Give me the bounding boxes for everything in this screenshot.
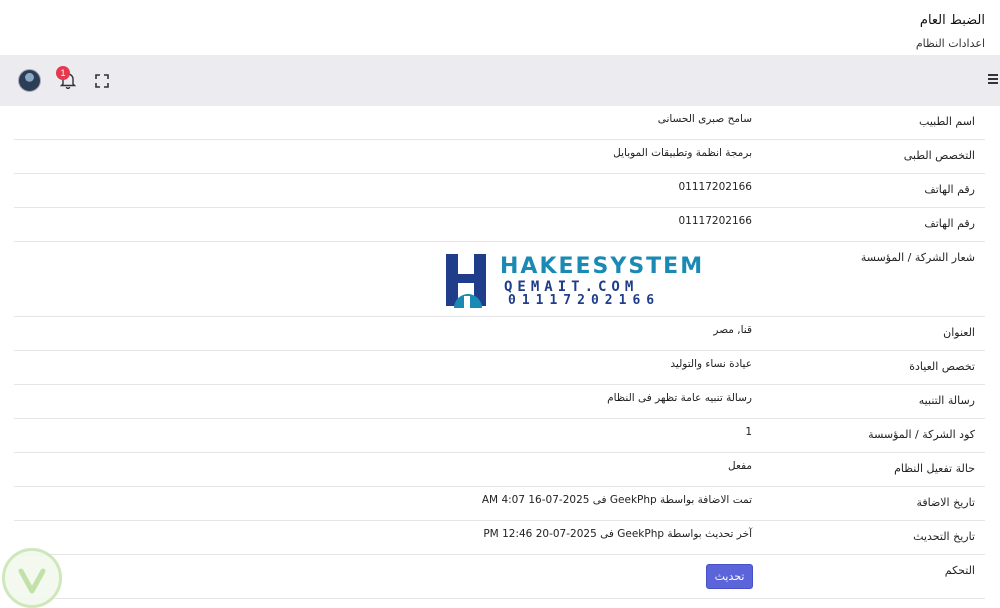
row-label: التخصص الطبى	[903, 149, 975, 162]
row-label: العنوان	[943, 326, 975, 339]
row-value: عيادة نساء والتوليد	[670, 358, 752, 370]
row-value: قنا, مصر	[713, 324, 752, 336]
row-created-date: تاريخ الاضافة تمت الاضافة بواسطة GeekPhp…	[14, 487, 985, 521]
watermark-logo-icon	[2, 548, 62, 608]
row-label: تاريخ الاضافة	[916, 496, 975, 509]
row-phone: رقم الهاتف 01117202166	[14, 174, 985, 208]
page-header: الضبط العام اعدادات النظام	[0, 0, 1000, 55]
row-address: العنوان قنا, مصر	[14, 317, 985, 351]
row-label: رسالة التنبيه	[918, 394, 975, 407]
row-phone-2: رقم الهاتف 01117202166	[14, 208, 985, 242]
row-value: رسالة تنبيه عامة تظهر فى النظام	[607, 392, 752, 404]
logo-mark-icon	[446, 254, 486, 308]
notification-badge: 1	[56, 66, 70, 80]
update-button[interactable]: تحديث	[706, 564, 753, 589]
row-value: برمجة انظمة وتطبيقات الموبايل	[613, 147, 752, 159]
row-value: 01117202166	[678, 215, 753, 227]
page-title: الضبط العام	[919, 13, 985, 28]
settings-table: اسم الطبيب سامح صبرى الحسانى التخصص الطب…	[14, 106, 985, 599]
row-value: تمت الاضافة بواسطة GeekPhp فى 2025-07-16…	[481, 494, 752, 506]
fullscreen-icon[interactable]	[95, 73, 109, 88]
row-value: سامح صبرى الحسانى	[657, 113, 752, 125]
row-controls: التحكم تحديث	[14, 555, 985, 599]
row-label: رقم الهاتف	[924, 183, 975, 196]
row-label: رقم الهاتف	[924, 217, 975, 230]
row-clinic-specialty: تخصص العيادة عيادة نساء والتوليد	[14, 351, 985, 385]
row-label: شعار الشركة / المؤسسة	[860, 251, 975, 264]
row-value: آخر تحديث بواسطة GeekPhp فى 2025-07-20 1…	[483, 528, 752, 540]
menu-toggle-icon[interactable]	[988, 72, 1000, 88]
logo-phone: 01117202166	[508, 293, 661, 308]
row-doctor-name: اسم الطبيب سامح صبرى الحسانى	[14, 106, 985, 140]
logo-name: HAKEESYSTEM	[500, 254, 705, 279]
company-logo: HAKEESYSTEM QEMAIT.COM 01117202166	[444, 252, 702, 308]
row-updated-date: تاريخ التحديث آخر تحديث بواسطة GeekPhp ف…	[14, 521, 985, 555]
row-alert-message: رسالة التنبيه رسالة تنبيه عامة تظهر فى ا…	[14, 385, 985, 419]
avatar[interactable]	[18, 69, 41, 92]
row-company-code: كود الشركة / المؤسسة 1	[14, 419, 985, 453]
row-label: اسم الطبيب	[919, 115, 975, 128]
page-subtitle: اعدادات النظام	[915, 37, 985, 50]
row-label: تخصص العيادة	[909, 360, 975, 373]
row-value: مفعل	[728, 460, 752, 472]
row-label: حالة تفعيل النظام	[894, 462, 975, 475]
row-value: 1	[745, 426, 752, 438]
row-activation-status: حالة تفعيل النظام مفعل	[14, 453, 985, 487]
row-label: تاريخ التحديث	[913, 530, 975, 543]
row-specialty: التخصص الطبى برمجة انظمة وتطبيقات الموبا…	[14, 140, 985, 174]
row-label: كود الشركة / المؤسسة	[868, 428, 975, 441]
topbar: 1	[0, 55, 1000, 106]
row-value: 01117202166	[678, 181, 753, 193]
row-company-logo: شعار الشركة / المؤسسة HAKEESYSTEM QEMAIT…	[14, 242, 985, 317]
row-label: التحكم	[944, 564, 975, 577]
